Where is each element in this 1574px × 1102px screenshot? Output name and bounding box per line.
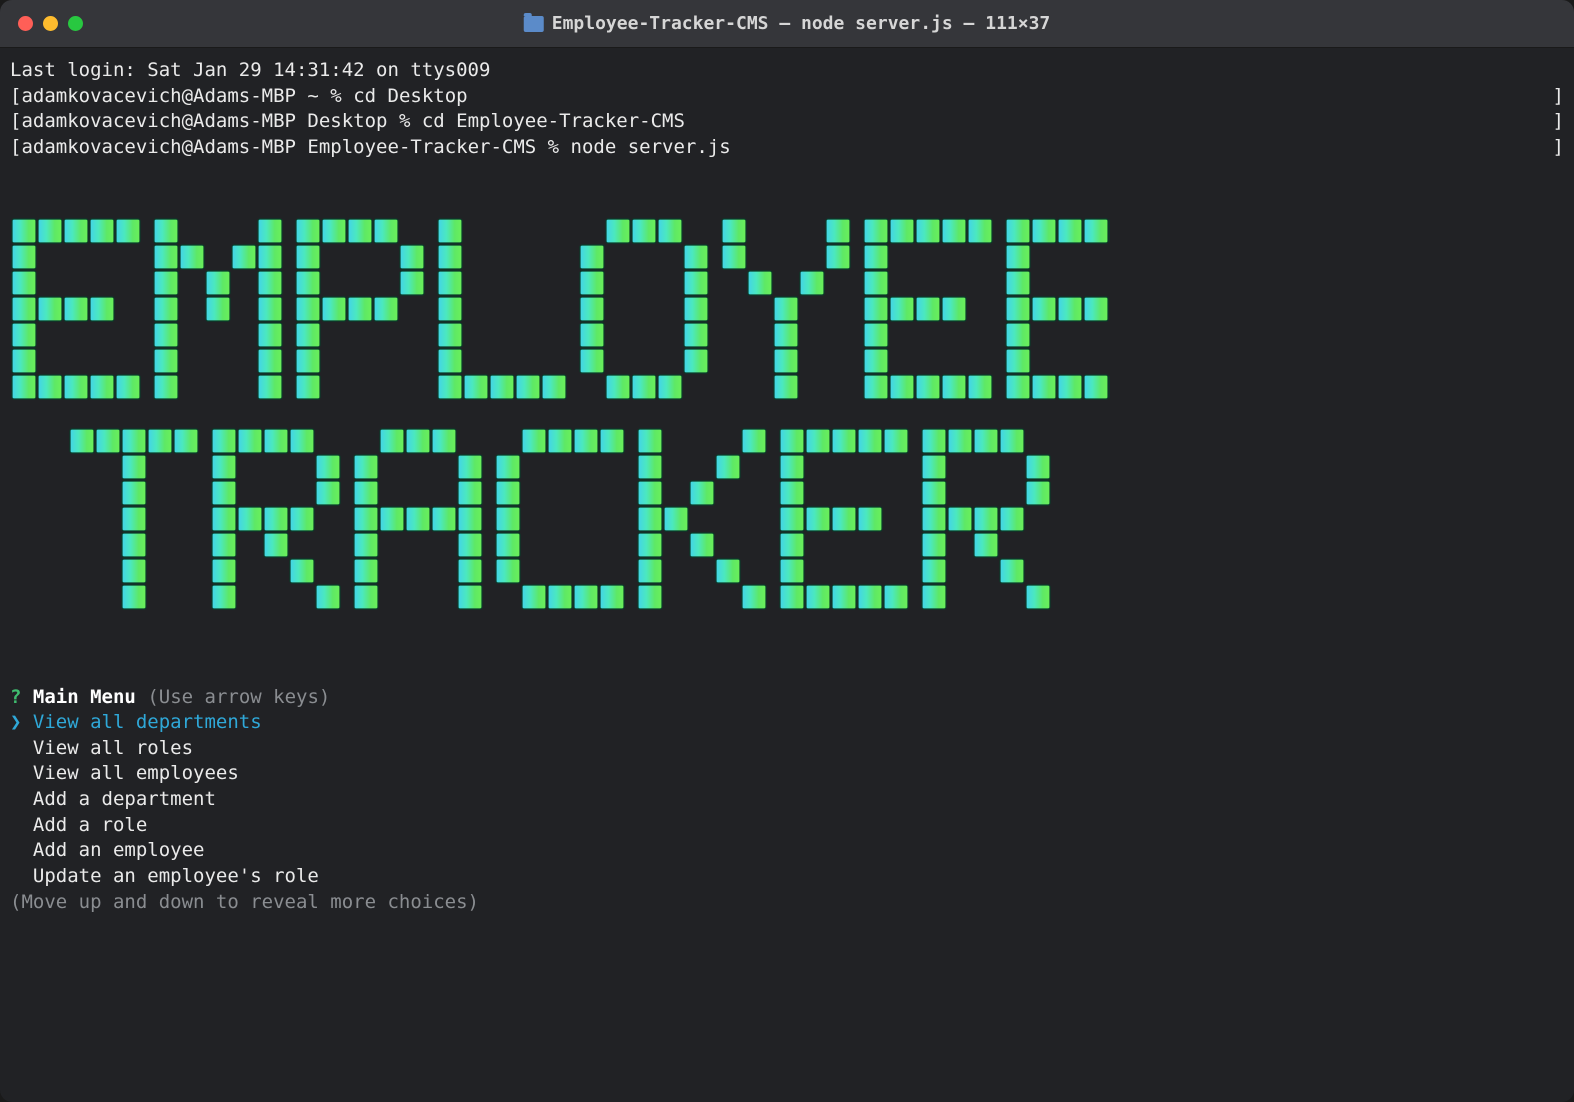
- last-login-line: Last login: Sat Jan 29 14:31:42 on ttys0…: [10, 58, 1564, 84]
- minimize-button[interactable]: [43, 16, 58, 31]
- close-button[interactable]: [18, 16, 33, 31]
- terminal-window: Employee-Tracker-CMS — node server.js — …: [0, 0, 1574, 1102]
- menu-hint: (Use arrow keys): [147, 686, 330, 708]
- maximize-button[interactable]: [68, 16, 83, 31]
- menu-option-selected[interactable]: ❯ View all departments: [10, 710, 1564, 736]
- menu-help: (Move up and down to reveal more choices…: [10, 890, 1564, 916]
- menu-option[interactable]: View all employees: [10, 761, 1564, 787]
- ascii-banner-svg: [10, 217, 1110, 617]
- window-title: Employee-Tracker-CMS — node server.js — …: [524, 13, 1051, 34]
- menu-option[interactable]: Update an employee's role: [10, 864, 1564, 890]
- main-menu: ? Main Menu (Use arrow keys) ❯ View all …: [10, 685, 1564, 916]
- window-title-text: Employee-Tracker-CMS — node server.js — …: [552, 13, 1051, 34]
- menu-option[interactable]: View all roles: [10, 736, 1564, 762]
- menu-option[interactable]: Add an employee: [10, 838, 1564, 864]
- titlebar[interactable]: Employee-Tracker-CMS — node server.js — …: [0, 0, 1574, 48]
- question-mark-icon: ?: [10, 686, 21, 708]
- prompt-line-2: [adamkovacevich@Adams-MBP Desktop % cd E…: [10, 109, 1564, 135]
- folder-icon: [524, 16, 544, 32]
- ascii-banner: [10, 189, 1564, 645]
- menu-option[interactable]: Add a role: [10, 813, 1564, 839]
- menu-title: Main Menu: [33, 686, 136, 708]
- terminal-body[interactable]: Last login: Sat Jan 29 14:31:42 on ttys0…: [0, 48, 1574, 1102]
- menu-option[interactable]: Add a department: [10, 787, 1564, 813]
- menu-header: ? Main Menu (Use arrow keys): [10, 685, 1564, 711]
- prompt-line-3: [adamkovacevich@Adams-MBP Employee-Track…: [10, 135, 1564, 161]
- pointer-icon: ❯: [10, 711, 21, 733]
- prompt-line-1: [adamkovacevich@Adams-MBP ~ % cd Desktop…: [10, 84, 1564, 110]
- traffic-lights: [18, 16, 83, 31]
